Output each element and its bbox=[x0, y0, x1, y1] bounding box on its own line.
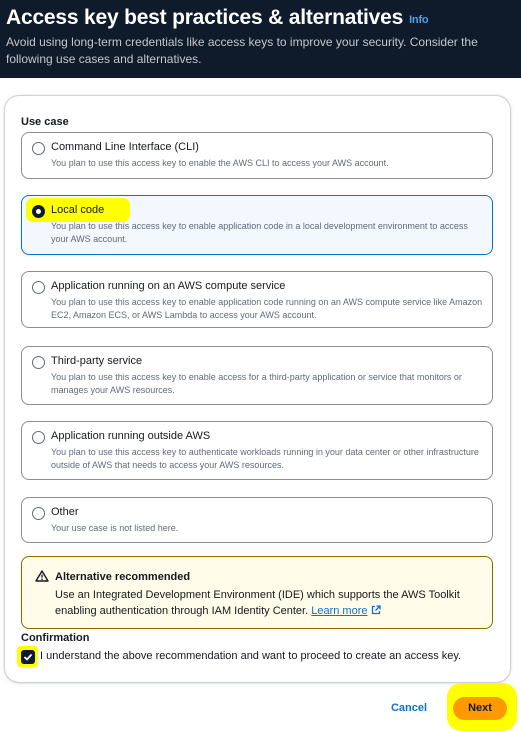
use-case-option-other[interactable]: Other Your use case is not listed here. bbox=[21, 497, 493, 543]
external-link-icon[interactable] bbox=[371, 605, 381, 615]
confirmation-label: Confirmation bbox=[21, 632, 90, 644]
radio-button[interactable] bbox=[32, 281, 45, 294]
info-link[interactable]: Info bbox=[409, 14, 429, 26]
use-case-option-cli[interactable]: Command Line Interface (CLI) You plan to… bbox=[21, 132, 493, 179]
radio-button[interactable] bbox=[32, 507, 45, 520]
use-case-label: Use case bbox=[21, 116, 69, 128]
checkmark-icon bbox=[23, 653, 33, 661]
use-case-option-aws-compute[interactable]: Application running on an AWS compute se… bbox=[21, 271, 493, 328]
alert-text: Use an Integrated Development Environmen… bbox=[55, 587, 485, 619]
confirmation-text: I understand the above recommendation an… bbox=[40, 650, 462, 662]
radio-button[interactable] bbox=[32, 431, 45, 444]
warning-icon bbox=[35, 570, 49, 582]
use-case-option-outside-aws[interactable]: Application running outside AWS You plan… bbox=[21, 421, 493, 480]
option-description: You plan to use this access key to enabl… bbox=[51, 221, 468, 244]
use-case-option-third-party[interactable]: Third-party service You plan to use this… bbox=[21, 346, 493, 405]
option-title: Local code bbox=[51, 204, 105, 216]
option-description: You plan to use this access key to authe… bbox=[51, 447, 479, 470]
alternative-recommended-alert: Alternative recommended Use an Integrate… bbox=[21, 556, 493, 629]
option-description: Your use case is not listed here. bbox=[51, 523, 179, 533]
option-description: You plan to use this access key to enabl… bbox=[51, 297, 483, 320]
option-description: You plan to use this access key to enabl… bbox=[51, 158, 389, 168]
option-description: You plan to use this access key to enabl… bbox=[51, 372, 462, 395]
alert-body: Use an Integrated Development Environmen… bbox=[55, 589, 460, 617]
page-title-text: Access key best practices & alternatives bbox=[6, 6, 404, 29]
use-case-option-local-code[interactable]: Local code You plan to use this access k… bbox=[21, 195, 493, 255]
page-header: Access key best practices & alternatives… bbox=[0, 0, 521, 78]
radio-button[interactable] bbox=[32, 356, 45, 369]
next-button[interactable]: Next bbox=[453, 697, 507, 720]
option-title: Application running outside AWS bbox=[51, 430, 211, 442]
learn-more-link[interactable]: Learn more bbox=[311, 605, 367, 617]
radio-button-selected[interactable] bbox=[32, 205, 45, 218]
option-title: Third-party service bbox=[51, 355, 143, 367]
option-title: Other bbox=[51, 506, 79, 518]
page-title: Access key best practices & alternatives… bbox=[6, 6, 429, 30]
radio-button[interactable] bbox=[32, 142, 45, 155]
option-title: Application running on an AWS compute se… bbox=[51, 280, 286, 292]
page-description: Avoid using long-term credentials like a… bbox=[6, 35, 478, 66]
confirmation-checkbox[interactable] bbox=[21, 650, 35, 664]
option-title: Command Line Interface (CLI) bbox=[51, 141, 199, 153]
alert-title: Alternative recommended bbox=[55, 571, 191, 583]
cancel-button[interactable]: Cancel bbox=[382, 697, 436, 719]
